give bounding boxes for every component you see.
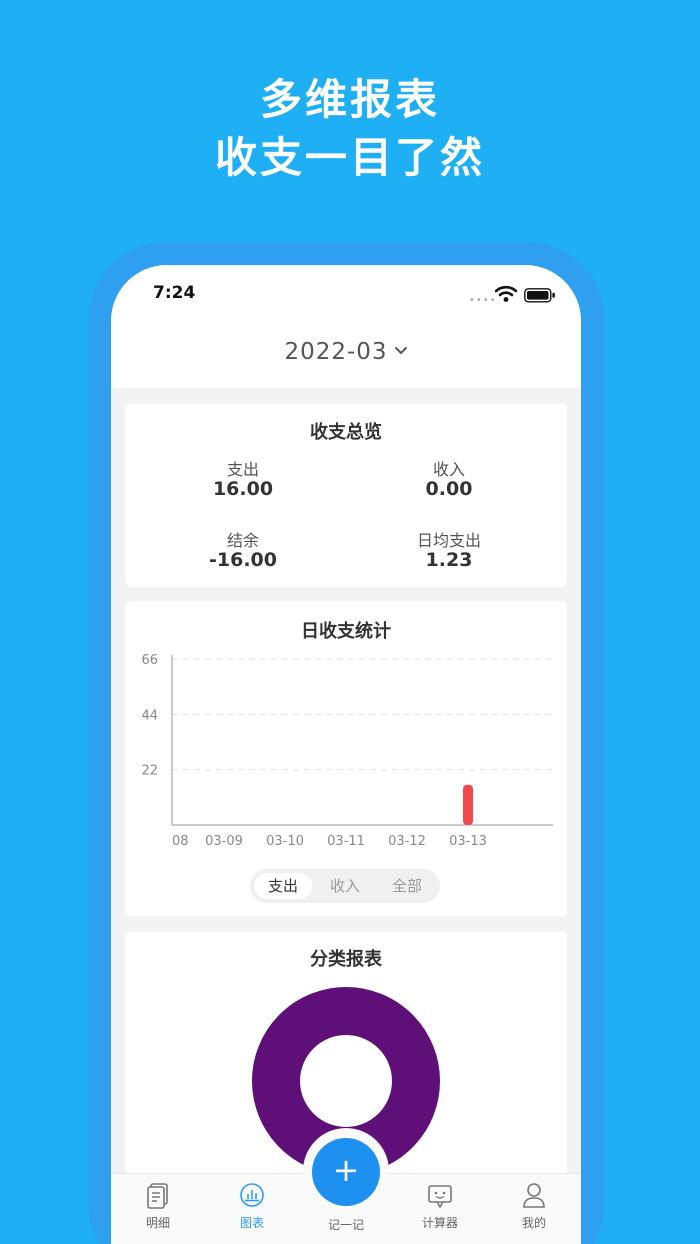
- user-icon: [523, 1183, 545, 1208]
- overview-title: 收支总览: [310, 422, 382, 443]
- segment-income[interactable]: 收入: [316, 873, 374, 899]
- bar: [463, 784, 473, 825]
- month-value: 2022-03: [284, 339, 388, 365]
- nav-label-detail: 明细: [145, 1216, 170, 1230]
- chevron-down-icon: [394, 347, 407, 355]
- nav-label-chart: 图表: [239, 1216, 264, 1230]
- app-header: 7:24 •••• 2022-03: [111, 265, 581, 388]
- status-icons: ••••: [469, 285, 559, 306]
- status-time: 7:24: [153, 283, 196, 303]
- overview-daily-avg-label: 日均支出: [416, 531, 481, 550]
- nav-label-add: 记一记: [327, 1218, 364, 1232]
- category-report-title: 分类报表: [310, 949, 382, 970]
- overview-expense-label: 支出: [226, 460, 259, 479]
- nav-item-calculator[interactable]: 计算器: [405, 1182, 475, 1231]
- x-tick-label: 03-12: [388, 834, 426, 849]
- overview-balance-label: 结余: [226, 531, 259, 550]
- overview-income-label: 收入: [432, 460, 465, 479]
- chart-icon: [240, 1183, 264, 1207]
- plus-icon: +: [332, 1151, 360, 1189]
- nav-item-chart[interactable]: 图表: [217, 1182, 287, 1231]
- battery-icon: [524, 288, 555, 303]
- signal-dots-icon: ••••: [469, 295, 497, 306]
- headline-line-1: 多维报表: [259, 75, 440, 124]
- wifi-icon: [495, 285, 517, 302]
- overview-daily-avg-value: 1.23: [425, 549, 473, 571]
- segment-expense[interactable]: 支出: [254, 873, 312, 899]
- overview-expense-value: 16.00: [212, 478, 274, 500]
- add-record-button[interactable]: +: [312, 1138, 380, 1206]
- y-tick-label: 44: [141, 708, 158, 723]
- nav-label-mine: 我的: [521, 1216, 546, 1230]
- x-tick-label: 03-10: [266, 834, 304, 849]
- x-tick-label: 03-13: [449, 834, 487, 849]
- daily-bar-chart: 22 44 66 08 03-09 03-10 03-11 03-12 03-13: [141, 653, 553, 849]
- detail-list-icon: [147, 1183, 168, 1209]
- daily-stats-card: 日收支统计 22 44 66 08 03-09 03-10 03-11 03-12 03-13 …: [125, 601, 567, 917]
- segment-all[interactable]: 全部: [378, 873, 436, 899]
- y-tick-label: 66: [141, 653, 158, 668]
- month-picker[interactable]: 2022-03: [111, 339, 581, 365]
- overview-balance-value: -16.00: [209, 549, 277, 571]
- x-tick-label: 03-11: [327, 834, 365, 849]
- overview-card: 收支总览 支出 16.00 收入 0.00 结余 -16.00 日均支出 1.2…: [125, 403, 567, 587]
- segment-control: 支出 收入 全部: [250, 869, 440, 903]
- daily-stats-title: 日收支统计: [301, 621, 391, 642]
- phone-screen: 7:24 •••• 2022-03 收支总览 支出 16.00 收入 0.00 …: [111, 265, 581, 1244]
- calculator-icon: [428, 1185, 452, 1209]
- nav-label-calculator: 计算器: [421, 1216, 458, 1230]
- x-tick-label: 03-09: [205, 834, 243, 849]
- headline-line-2: 收支一目了然: [214, 133, 485, 182]
- nav-item-mine[interactable]: 我的: [499, 1182, 569, 1231]
- nav-item-detail[interactable]: 明细: [123, 1182, 193, 1231]
- overview-income-value: 0.00: [425, 478, 473, 500]
- y-tick-label: 22: [141, 764, 158, 779]
- x-tick-label: 08: [172, 834, 189, 849]
